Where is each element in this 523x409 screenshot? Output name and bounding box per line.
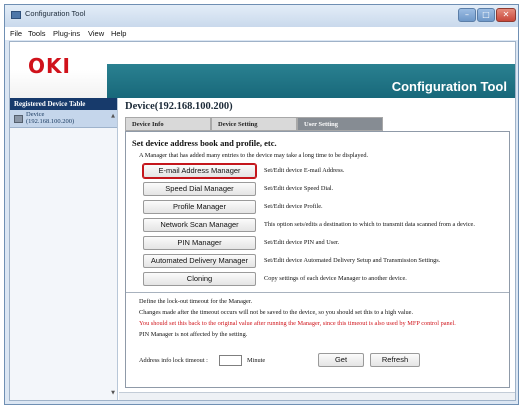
oki-logo: OKI [28,54,71,78]
window-title: Configuration Tool [25,9,86,18]
app-icon [11,11,21,19]
refresh-button[interactable]: Refresh [370,353,420,367]
sidebar-device-item[interactable]: Device (192.168.100.200) [10,110,117,128]
timeout-unit: Minute [247,357,266,364]
network-scan-manager-button[interactable]: Network Scan Manager [143,218,256,232]
lock-info-line-2: Changes made after the timeout occurs wi… [139,309,414,316]
menu-plug-ins[interactable]: Plug-ins [53,29,80,38]
get-button[interactable]: Get [318,353,364,367]
menu-view[interactable]: View [88,29,104,38]
maximize-icon[interactable]: □ [477,8,495,22]
minimize-icon[interactable]: – [458,8,476,22]
tab-bar: Device Info Device Setting User Setting [125,117,383,131]
pin-manager-desc: Set/Edit device PIN and User. [264,239,340,246]
sidebar-device-label: Device (192.168.100.200) [26,111,74,125]
menu-help[interactable]: Help [111,29,126,38]
main-panel: Device(192.168.100.200) Device Info Devi… [119,98,515,400]
user-setting-panel: Set device address book and profile, etc… [125,131,510,388]
speed-dial-manager-button[interactable]: Speed Dial Manager [143,182,256,196]
close-icon[interactable]: ✕ [496,8,516,22]
horizontal-scrollbar[interactable] [119,392,515,400]
automated-delivery-manager-button[interactable]: Automated Delivery Manager [143,254,256,268]
tab-user-setting[interactable]: User Setting [297,117,383,131]
automated-delivery-manager-desc: Set/Edit device Automated Delivery Setup… [264,257,441,264]
sidebar: Registered Device Table Device (192.168.… [10,98,118,400]
menu-file[interactable]: File [10,29,22,38]
email-address-manager-desc: Set/Edit device E-mail Address. [264,167,345,174]
notice-text: A Manager that has added many entries to… [139,152,369,159]
profile-manager-button[interactable]: Profile Manager [143,200,256,214]
app-window: Configuration Tool – □ ✕ File Tools Plug… [4,4,519,405]
pin-manager-button[interactable]: PIN Manager [143,236,256,250]
section-divider [126,292,509,293]
menu-tools[interactable]: Tools [28,29,46,38]
lock-info-line-4: PIN Manager is not affected by the setti… [139,331,248,338]
menu-bar: File Tools Plug-ins View Help [5,27,518,40]
scroll-up-icon[interactable]: ▲ [111,113,115,119]
email-address-manager-button[interactable]: E-mail Address Manager [143,164,256,178]
device-title: Device(192.168.100.200) [125,101,233,112]
network-scan-manager-desc: This option sets/edits a destination to … [264,221,475,228]
timeout-label: Address info lock timeout : [139,357,208,364]
cloning-button[interactable]: Cloning [143,272,256,286]
tab-device-info[interactable]: Device Info [125,117,211,131]
speed-dial-manager-desc: Set/Edit device Speed Dial. [264,185,334,192]
profile-manager-desc: Set/Edit device Profile. [264,203,323,210]
cloning-desc: Copy settings of each device Manager to … [264,275,407,282]
tab-device-setting[interactable]: Device Setting [211,117,297,131]
printer-icon [14,115,23,123]
device-name: Device [26,111,45,118]
app-name: Configuration Tool [391,79,507,94]
title-bar: Configuration Tool – □ ✕ [5,5,518,27]
section-title: Set device address book and profile, etc… [132,138,277,148]
lock-warning-line: You should set this back to the original… [139,320,456,327]
scroll-down-icon[interactable]: ▼ [111,390,115,396]
sidebar-header: Registered Device Table [10,98,117,110]
content-area: OKI Configuration Tool Registered Device… [9,41,516,401]
device-ip: (192.168.100.200) [26,118,75,125]
header-banner: OKI Configuration Tool [10,42,515,98]
timeout-input[interactable] [219,355,242,366]
lock-info-line-1: Define the lock-out timeout for the Mana… [139,298,253,305]
